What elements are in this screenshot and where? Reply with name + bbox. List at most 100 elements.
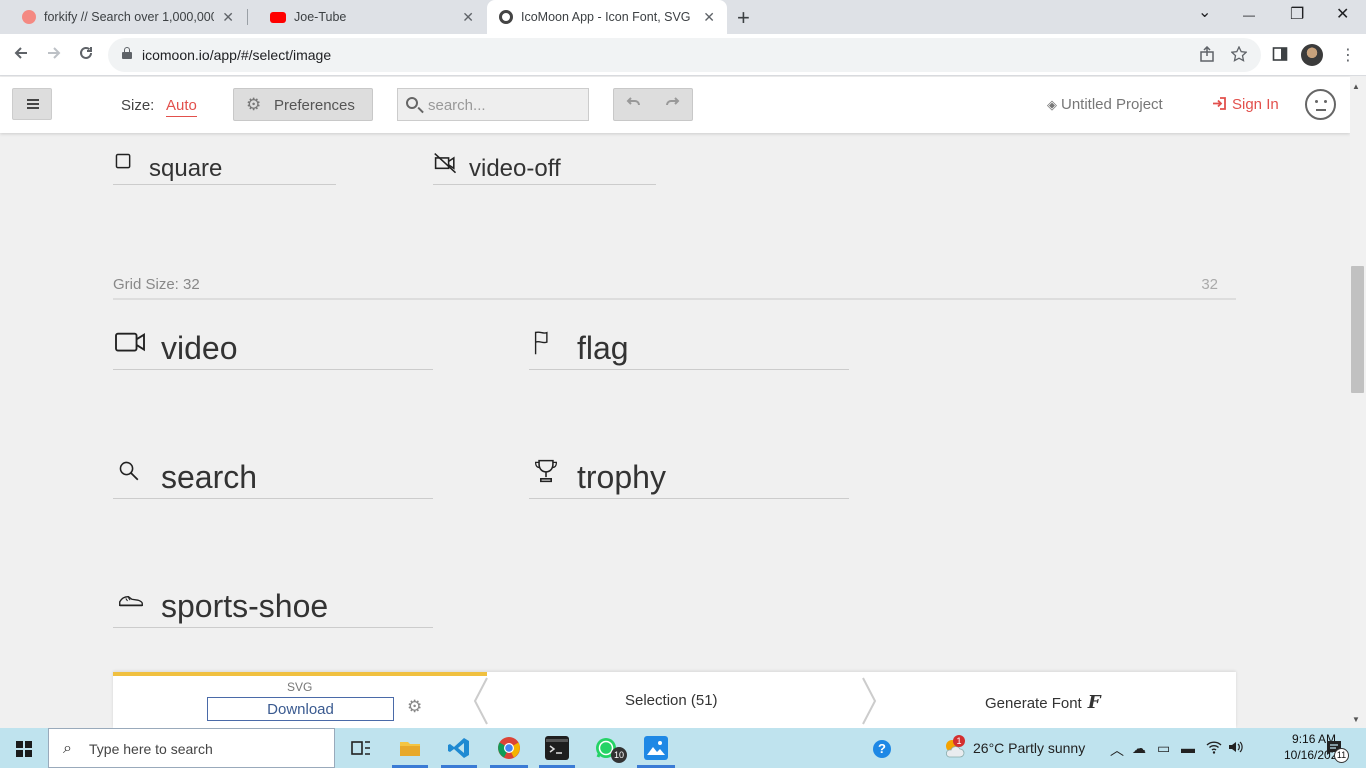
hamburger-icon[interactable] <box>12 88 52 120</box>
tab-joe-tube[interactable]: Joe-Tube ✕ <box>248 0 486 34</box>
smiley-icon[interactable] <box>1305 89 1336 120</box>
meet-now-icon[interactable]: ▭ <box>1157 740 1170 757</box>
windows-taskbar: ⌕ Type here to search 10 ? 1 26°C Partly… <box>0 728 1366 768</box>
glyph-name: video-off <box>469 155 561 182</box>
help-icon[interactable]: ? <box>873 740 891 758</box>
glyph-sports-shoe[interactable]: sports-shoe <box>113 576 433 628</box>
weather-badge: 1 <box>953 735 965 747</box>
battery-icon[interactable]: ▬ <box>1181 740 1195 756</box>
reload-icon[interactable] <box>77 44 95 67</box>
size-dropdown[interactable]: Auto <box>166 97 197 117</box>
glyph-name: flag <box>577 330 629 366</box>
font-glyph-icon: F <box>1087 692 1101 713</box>
side-panel-icon[interactable] <box>1272 46 1288 66</box>
browser-tab-strip: forkify // Search over 1,000,000 r ✕ Joe… <box>0 0 1366 34</box>
file-explorer-icon[interactable] <box>398 736 422 760</box>
page-scrollbar[interactable] <box>1350 77 1366 728</box>
close-icon[interactable]: ✕ <box>222 9 234 26</box>
task-view-icon[interactable] <box>349 736 373 760</box>
sign-in-button[interactable]: Sign In <box>1212 96 1279 113</box>
scroll-down-arrow[interactable]: ▼ <box>1352 715 1360 724</box>
new-tab-button[interactable]: + <box>737 5 750 31</box>
taskbar-search-box[interactable]: ⌕ Type here to search <box>48 728 335 768</box>
undo-icon[interactable] <box>625 94 641 115</box>
tab-icomoon[interactable]: IcoMoon App - Icon Font, SVG, P ✕ <box>487 0 727 34</box>
close-icon[interactable]: ✕ <box>703 9 715 26</box>
sign-in-icon <box>1213 97 1226 110</box>
glyph-name: trophy <box>577 459 666 495</box>
glyph-square[interactable]: square <box>113 133 336 185</box>
gear-icon: ⚙ <box>246 95 262 114</box>
generate-font-label: Generate Font <box>985 695 1082 712</box>
weather-text[interactable]: 26°C Partly sunny <box>973 740 1085 756</box>
onedrive-icon[interactable]: ☁ <box>1132 740 1146 757</box>
chevron-left-icon <box>473 677 488 725</box>
glyph-flag[interactable]: flag <box>529 318 849 370</box>
forward-icon[interactable] <box>45 44 63 67</box>
generate-font-button[interactable]: Generate Font F <box>985 692 1101 713</box>
redo-icon[interactable] <box>665 94 681 115</box>
address-bar[interactable]: icomoon.io/app/#/select/image <box>108 38 1261 72</box>
search-input[interactable] <box>428 95 578 115</box>
square-icon <box>115 153 131 169</box>
tab-title: forkify // Search over 1,000,000 r <box>44 10 214 24</box>
lock-icon <box>122 47 132 59</box>
taskbar-search-placeholder: Type here to search <box>89 741 213 757</box>
back-icon[interactable] <box>12 44 30 67</box>
video-icon <box>115 332 145 352</box>
gear-icon[interactable]: ⚙ <box>407 697 422 717</box>
windows-start-icon[interactable] <box>16 741 32 757</box>
share-icon[interactable] <box>1199 45 1215 66</box>
glyph-name: video <box>161 330 238 366</box>
search-icon <box>406 97 418 109</box>
minimize-button[interactable]: — <box>1243 8 1255 22</box>
glyph-trophy[interactable]: trophy <box>529 447 849 499</box>
glyph-video-off[interactable]: video-off <box>433 133 656 185</box>
wifi-icon[interactable] <box>1206 740 1222 757</box>
preferences-button[interactable]: ⚙ Preferences <box>233 88 373 121</box>
sports-shoe-icon <box>119 595 143 607</box>
grid-size-label: Grid Size: 32 <box>113 276 200 293</box>
project-button[interactable]: ◈ Untitled Project <box>1047 96 1163 113</box>
show-hidden-icons-icon[interactable]: ︿ <box>1110 740 1124 760</box>
search-icon: ⌕ <box>63 740 72 757</box>
glyph-name: search <box>161 459 258 495</box>
preferences-label: Preferences <box>274 97 355 114</box>
vscode-icon[interactable] <box>447 736 471 760</box>
restore-button[interactable]: ❐ <box>1290 4 1304 24</box>
browser-menu-icon[interactable]: ⋮ <box>1340 45 1356 65</box>
glyph-video[interactable]: video <box>113 318 433 370</box>
terminal-icon[interactable] <box>545 736 569 760</box>
size-label: Size: <box>121 97 155 114</box>
sign-in-label: Sign In <box>1232 96 1279 113</box>
app-header: Size: Auto ⚙ Preferences ◈ Untitled Proje… <box>0 77 1350 133</box>
flag-icon <box>534 331 548 355</box>
icomoon-favicon-icon <box>499 10 513 24</box>
undo-redo-group <box>613 88 693 121</box>
tab-search-icon[interactable]: ⌄ <box>1198 2 1211 22</box>
tab-forkify[interactable]: forkify // Search over 1,000,000 r ✕ <box>0 0 246 34</box>
photos-icon[interactable] <box>644 736 668 760</box>
tab-title: Joe-Tube <box>294 10 347 24</box>
close-window-button[interactable]: ✕ <box>1336 4 1349 24</box>
download-button[interactable]: Download <box>207 697 394 721</box>
icon-search-box[interactable] <box>397 88 589 121</box>
search-icon <box>119 461 139 481</box>
scroll-up-arrow[interactable]: ▲ <box>1352 82 1360 91</box>
video-off-icon <box>434 153 457 174</box>
chrome-icon[interactable] <box>497 736 521 760</box>
scrollbar-thumb[interactable] <box>1351 266 1364 393</box>
selection-button[interactable]: Selection (51) <box>625 692 718 709</box>
grid-size-value[interactable]: 32 <box>1201 276 1218 293</box>
glyph-name: square <box>149 155 223 182</box>
tab-title: IcoMoon App - Icon Font, SVG, P <box>521 10 691 24</box>
glyph-search[interactable]: search <box>113 447 433 499</box>
layers-icon: ◈ <box>1047 97 1057 112</box>
chevron-right-icon <box>862 677 877 725</box>
volume-icon[interactable] <box>1228 740 1244 757</box>
profile-avatar[interactable] <box>1301 44 1323 66</box>
whatsapp-badge: 10 <box>611 747 627 763</box>
grid-size-header: Grid Size: 32 32 <box>113 276 1236 300</box>
bookmark-star-icon[interactable] <box>1230 45 1248 66</box>
close-icon[interactable]: ✕ <box>462 9 474 26</box>
